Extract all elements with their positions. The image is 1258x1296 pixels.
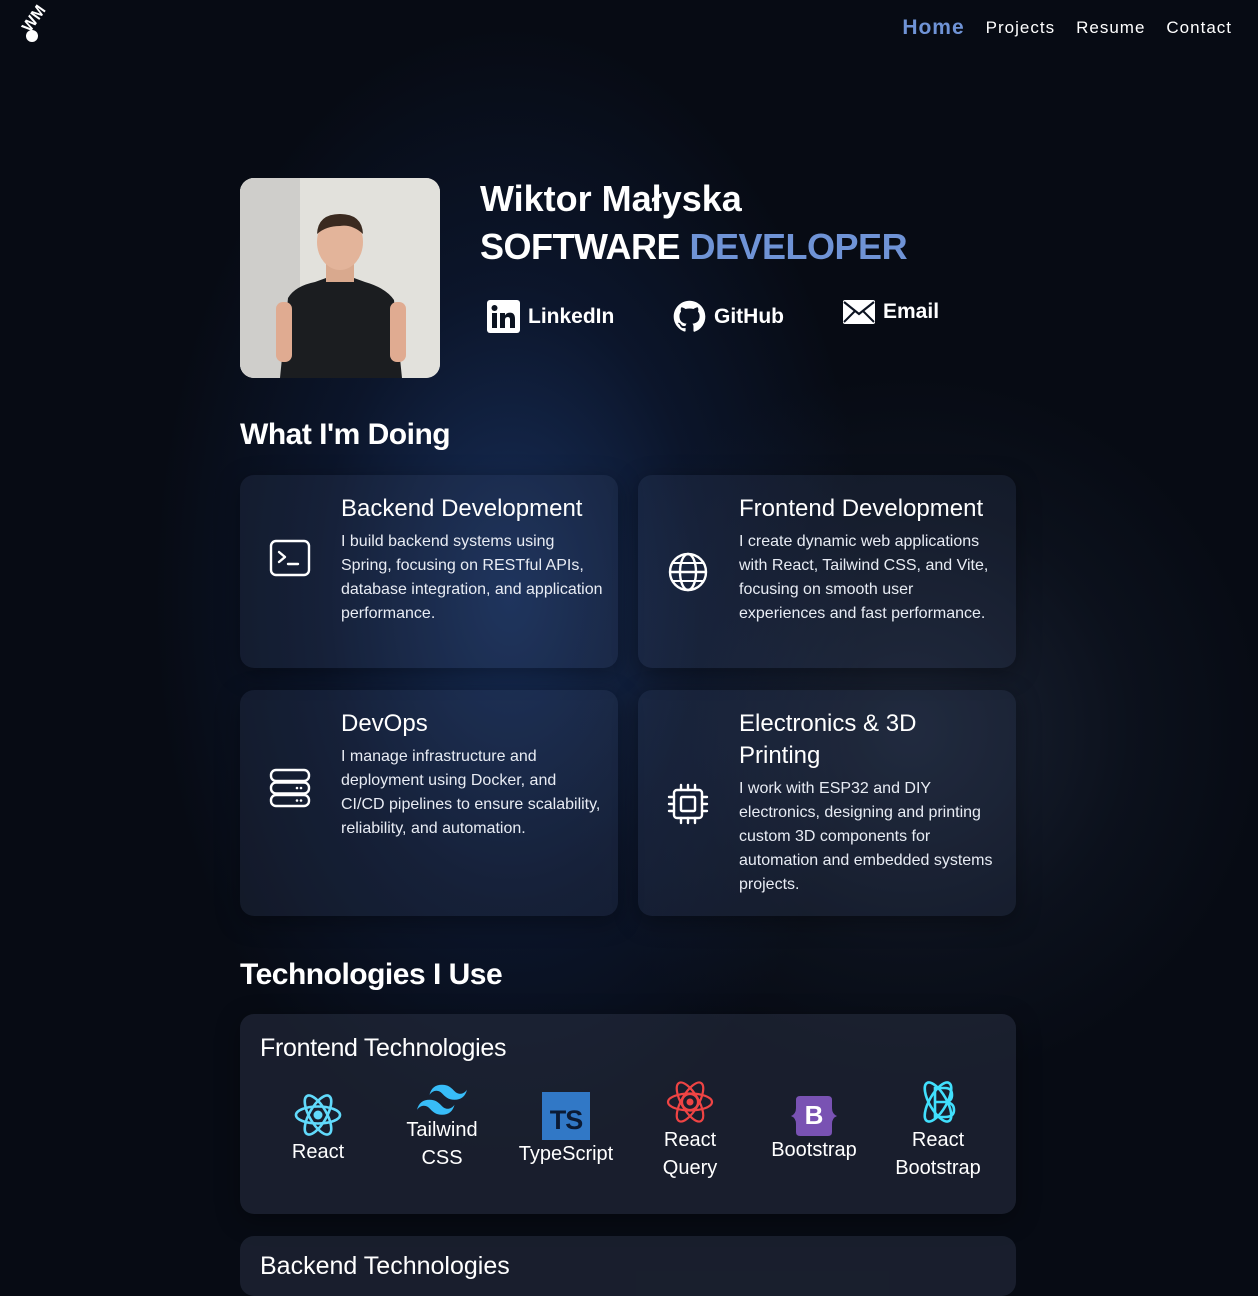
service-card-frontend: Frontend Development I create dynamic we… [638,475,1016,668]
profile-photo [240,178,440,378]
linkedin-link[interactable]: LinkedIn [487,300,614,333]
role-accent: DEVELOPER [689,226,908,267]
tech-label: React Query [662,1129,718,1179]
nav-projects[interactable]: Projects [986,18,1055,38]
main-nav: Home Projects Resume Contact [902,16,1232,40]
chip-icon [667,783,709,825]
frontend-tech-panel: Frontend Technologies React Tailwind CSS… [240,1014,1016,1214]
react-query-icon [666,1081,714,1123]
logo-text: WM [19,2,50,36]
nav-home[interactable]: Home [902,16,964,40]
tech-item-react-bootstrap: React Bootstrap [883,1078,993,1182]
email-label: Email [883,300,940,323]
nav-resume[interactable]: Resume [1076,18,1145,38]
service-description: I work with ESP32 and DIY electronics, d… [739,780,993,893]
tech-label: Tailwind CSS [406,1119,478,1169]
doing-heading: What I'm Doing [240,418,451,451]
service-card-devops: DevOps I manage infrastructure and deplo… [240,690,618,916]
terminal-icon [269,539,311,577]
service-description: I build backend systems using Spring, fo… [341,533,603,622]
server-icon [269,768,311,808]
email-link[interactable]: Email [843,300,939,324]
backend-tech-title: Backend Technologies [260,1252,510,1280]
tech-item-typescript: TS TypeScript [511,1092,621,1168]
service-title: Frontend Development [739,495,984,522]
tech-label: Bootstrap [771,1139,857,1161]
github-label: GitHub [714,304,784,328]
github-icon [673,300,706,332]
envelope-icon [843,300,875,324]
tailwind-icon [417,1084,467,1115]
profile-role: SOFTWARE DEVELOPER [480,226,908,268]
role-main: SOFTWARE [480,226,681,267]
service-card-electronics: Electronics & 3D Printing I work with ES… [638,690,1016,916]
typescript-badge: TS [549,1105,584,1135]
github-link[interactable]: GitHub [673,300,784,333]
service-title: DevOps [341,710,428,737]
nav-contact[interactable]: Contact [1166,18,1232,38]
tech-item-tailwind: Tailwind CSS [387,1084,497,1172]
service-title: Electronics & 3D Printing [739,710,917,769]
service-title: Backend Development [341,495,583,522]
site-logo[interactable]: WM [19,2,70,48]
tech-heading: Technologies I Use [240,958,503,991]
tech-label: React [291,1141,345,1163]
service-card-backend: Backend Development I build backend syst… [240,475,618,668]
backend-tech-panel: Backend Technologies [240,1236,1016,1296]
globe-icon [668,552,708,592]
frontend-tech-title: Frontend Technologies [260,1034,507,1062]
react-bootstrap-icon [923,1081,956,1123]
service-description: I create dynamic web applications with R… [739,533,989,622]
react-icon [294,1094,342,1136]
tech-label: TypeScript [518,1143,614,1165]
service-description: I manage infrastructure and deployment u… [341,748,601,837]
tech-item-react-query: React Query [635,1078,745,1182]
tech-item-bootstrap: B Bootstrap [759,1096,869,1164]
tech-item-react: React [263,1092,373,1166]
linkedin-label: LinkedIn [528,304,615,328]
linkedin-icon [487,300,520,333]
profile-name: Wiktor Małyska [480,178,742,219]
bootstrap-badge: B [804,1100,824,1130]
tech-label: React Bootstrap [895,1129,981,1179]
